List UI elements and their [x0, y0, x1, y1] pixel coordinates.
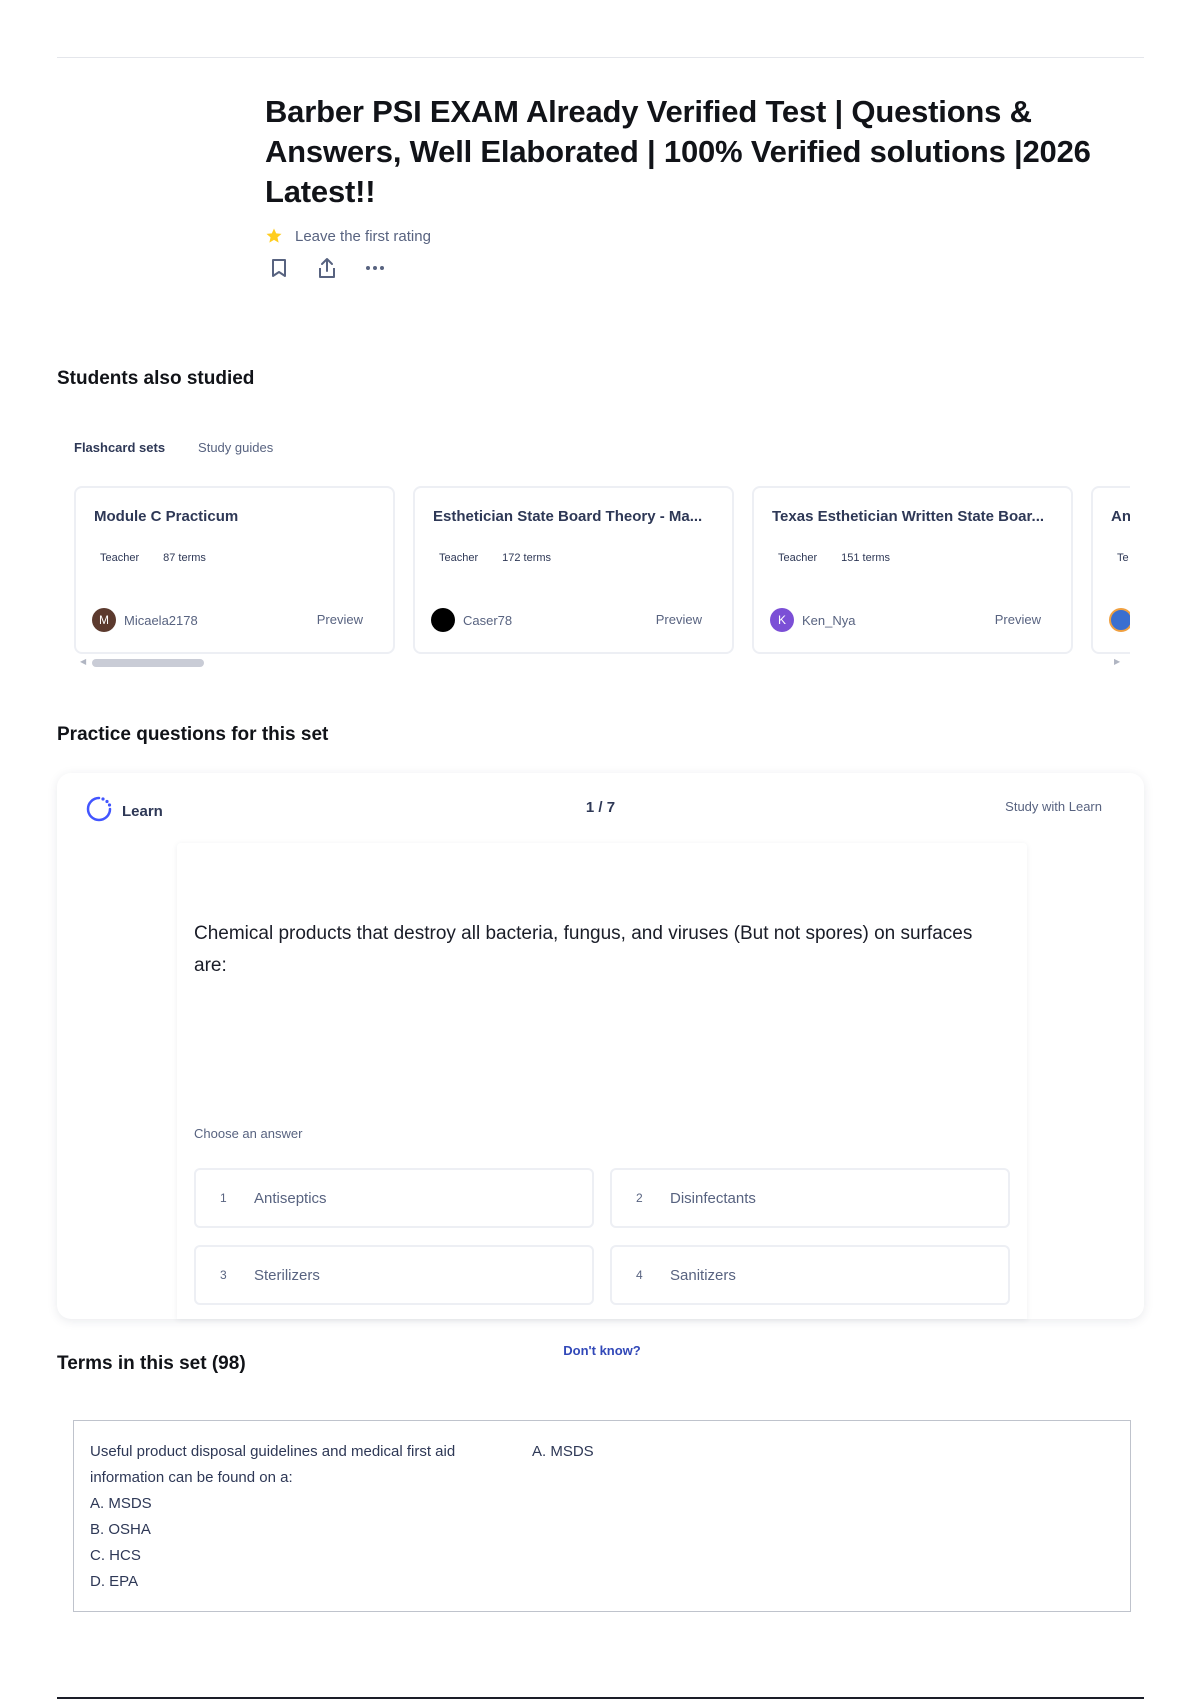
tab-flashcard-sets[interactable]: Flashcard sets	[74, 440, 165, 455]
learn-label: Learn	[122, 803, 163, 820]
option-text: Antiseptics	[254, 1189, 327, 1207]
card-author[interactable]	[1109, 608, 1130, 632]
related-set-card[interactable]: An Te	[1091, 486, 1130, 654]
card-term-count: 87 terms	[163, 552, 206, 564]
card-meta: Teacher 172 terms	[439, 552, 551, 564]
question-text: Chemical products that destroy all bacte…	[194, 923, 973, 976]
author-name: Micaela2178	[124, 612, 198, 628]
tab-study-guides[interactable]: Study guides	[198, 440, 273, 455]
avatar: M	[92, 608, 116, 632]
study-tabs: Flashcard sets Study guides	[74, 440, 273, 455]
top-divider	[57, 57, 1144, 58]
option-number: 4	[636, 1268, 643, 1282]
option-number: 1	[220, 1191, 227, 1205]
scroll-left-arrow-icon[interactable]: ◀	[80, 657, 86, 666]
share-icon[interactable]	[313, 256, 341, 280]
bottom-divider	[57, 1697, 1144, 1699]
scroll-right-arrow-icon[interactable]: ▶	[1114, 657, 1120, 666]
bookmark-icon[interactable]	[265, 256, 293, 280]
card-author[interactable]: Caser78	[431, 608, 512, 632]
related-set-card[interactable]: Esthetician State Board Theory - Ma... T…	[413, 486, 734, 654]
answer-option-3[interactable]: 3 Sterilizers	[194, 1245, 594, 1305]
author-name: Ken_Nya	[802, 612, 856, 628]
answer-option-4[interactable]: 4 Sanitizers	[610, 1245, 1010, 1305]
preview-button[interactable]: Preview	[995, 612, 1041, 627]
card-role: Teacher	[100, 552, 140, 564]
learn-mode-label: Learn	[85, 795, 163, 828]
rating-prompt[interactable]: Leave the first rating	[295, 228, 431, 245]
avatar	[1109, 608, 1130, 632]
star-icon	[265, 227, 283, 245]
question-progress: 1 / 7	[585, 799, 616, 816]
practice-questions-heading: Practice questions for this set	[57, 724, 329, 745]
option-text: Sterilizers	[254, 1266, 320, 1284]
preview-button[interactable]: Preview	[317, 612, 363, 627]
related-set-card[interactable]: Module C Practicum Teacher 87 terms M Mi…	[74, 486, 395, 654]
card-title: Texas Esthetician Written State Boar...	[772, 508, 1045, 525]
card-role: Te	[1117, 552, 1129, 564]
study-with-learn-link[interactable]: Study with Learn	[1005, 799, 1102, 814]
card-role: Teacher	[778, 552, 818, 564]
action-bar	[265, 256, 1145, 280]
avatar	[431, 608, 455, 632]
card-meta: Teacher 87 terms	[100, 552, 206, 564]
set-header: Barber PSI EXAM Already Verified Test | …	[265, 92, 1145, 280]
option-text: Sanitizers	[670, 1266, 736, 1284]
related-sets-carousel: Module C Practicum Teacher 87 terms M Mi…	[74, 486, 1130, 656]
related-set-card[interactable]: Texas Esthetician Written State Boar... …	[752, 486, 1073, 654]
card-author[interactable]: K Ken_Nya	[770, 608, 855, 632]
question-card: Chemical products that destroy all bacte…	[177, 843, 1027, 1358]
dont-know-button[interactable]: Don't know?	[563, 1343, 640, 1358]
dont-know-wrap: Don't know?	[177, 1343, 1027, 1358]
preview-button[interactable]: Preview	[656, 612, 702, 627]
students-also-studied-heading: Students also studied	[57, 368, 255, 389]
avatar: K	[770, 608, 794, 632]
question-progress-wrap: 1 / 7	[57, 799, 1144, 816]
option-number: 3	[220, 1268, 227, 1282]
option-text: Disinfectants	[670, 1189, 756, 1207]
card-author[interactable]: M Micaela2178	[92, 608, 198, 632]
answer-option-1[interactable]: 1 Antiseptics	[194, 1168, 594, 1228]
author-name: Caser78	[463, 612, 513, 628]
term-card: Useful product disposal guidelines and m…	[73, 1420, 1131, 1612]
choose-answer-label: Choose an answer	[194, 1126, 303, 1141]
terms-heading: Terms in this set (98)	[57, 1353, 246, 1374]
card-title: Module C Practicum	[94, 508, 239, 525]
card-term-count: 151 terms	[841, 552, 891, 564]
term-definition: A. MSDS	[532, 1443, 594, 1460]
option-number: 2	[636, 1191, 643, 1205]
carousel-scrollbar-thumb[interactable]	[92, 659, 204, 667]
card-role: Teacher	[439, 552, 479, 564]
learn-icon	[85, 795, 113, 828]
card-meta: Te	[1117, 552, 1129, 564]
term-text: Useful product disposal guidelines and m…	[90, 1443, 456, 1590]
answer-option-2[interactable]: 2 Disinfectants	[610, 1168, 1010, 1228]
card-title: Esthetician State Board Theory - Ma...	[433, 508, 703, 525]
card-meta: Teacher 151 terms	[778, 552, 890, 564]
card-title: An	[1111, 508, 1130, 525]
page-title: Barber PSI EXAM Already Verified Test | …	[265, 94, 1091, 209]
learn-panel: Learn 1 / 7 Study with Learn Chemical pr…	[57, 773, 1144, 1358]
more-icon[interactable]	[361, 256, 389, 280]
card-term-count: 172 terms	[502, 552, 552, 564]
rating-row[interactable]: Leave the first rating	[265, 226, 1145, 246]
